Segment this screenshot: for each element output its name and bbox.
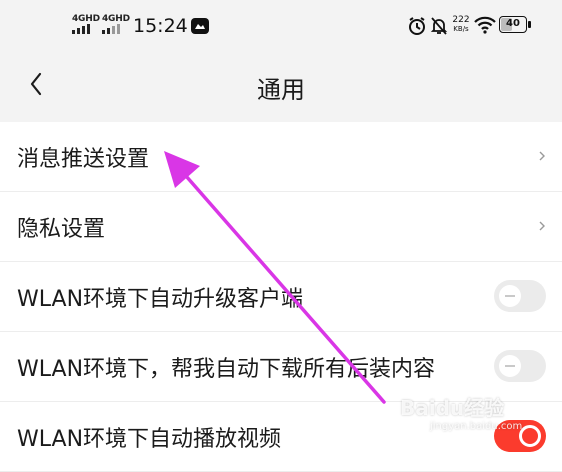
autoplay-video-toggle[interactable] (494, 420, 546, 452)
clock: 15:24 (133, 15, 188, 37)
settings-item-label: 隐私设置 (17, 217, 106, 242)
settings-item-label: WLAN环境下自动升级客户端 (17, 287, 304, 312)
settings-item-privacy[interactable]: 隐私设置 (0, 192, 562, 262)
battery-icon: 40 (499, 16, 527, 33)
settings-list: 消息推送设置 隐私设置 WLAN环境下自动升级客户端 WLAN环境下，帮我自动下… (0, 122, 562, 472)
network-type-2: 4GHD (102, 14, 130, 24)
settings-item-push-notifications[interactable]: 消息推送设置 (0, 122, 562, 192)
battery-tip (528, 21, 531, 28)
back-button[interactable] (24, 66, 54, 102)
navigation-bar: 通用 (0, 52, 562, 122)
settings-item-wlan-auto-download: WLAN环境下，帮我自动下载所有后装内容 (0, 332, 562, 402)
toggle-knob (519, 425, 541, 447)
toggle-knob (499, 285, 521, 307)
chevron-left-icon (30, 72, 42, 96)
chevron-right-icon (539, 151, 545, 161)
toggle-knob (499, 355, 521, 377)
settings-item-wlan-autoplay-video: WLAN环境下自动播放视频 (0, 402, 562, 472)
chevron-right-icon (539, 221, 545, 231)
status-bar: 4GHD 4GHD 15:24 222 KB/s 40 (0, 0, 562, 52)
network-type-1: 4GHD (72, 14, 100, 24)
settings-item-wlan-auto-upgrade: WLAN环境下自动升级客户端 (0, 262, 562, 332)
battery-level: 40 (506, 18, 520, 29)
network-speed: 222 KB/s (450, 16, 472, 34)
network-speed-value: 222 (452, 15, 470, 25)
app-notification-icon (191, 18, 209, 34)
settings-item-label: WLAN环境下自动播放视频 (17, 427, 282, 452)
auto-download-toggle[interactable] (494, 350, 546, 382)
settings-item-label: 消息推送设置 (17, 147, 150, 172)
wifi-icon (474, 16, 496, 34)
network-speed-unit: KB/s (453, 25, 469, 33)
settings-item-label: WLAN环境下，帮我自动下载所有后装内容 (17, 357, 436, 382)
alarm-icon (409, 17, 425, 35)
mute-bell-icon (430, 17, 448, 35)
page-title: 通用 (257, 76, 305, 104)
auto-upgrade-toggle[interactable] (494, 280, 546, 312)
